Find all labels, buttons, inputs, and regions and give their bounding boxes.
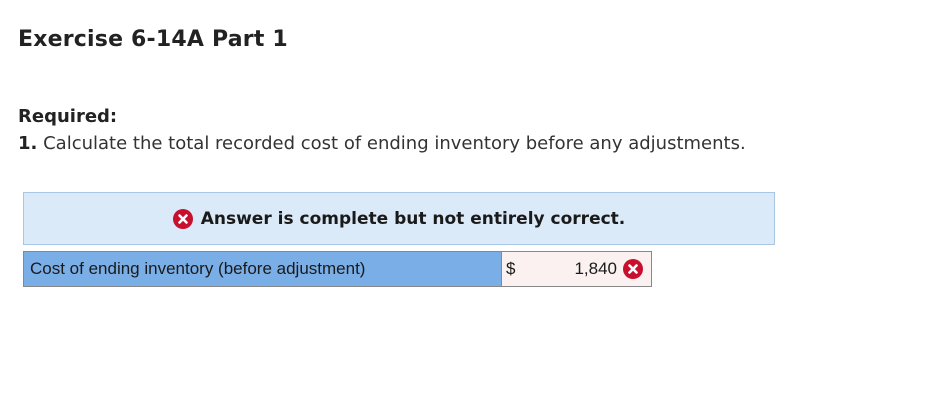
feedback-message: Answer is complete but not entirely corr… [200, 208, 626, 229]
instruction-number: 1. [18, 133, 38, 154]
feedback-banner: Answer is complete but not entirely corr… [23, 192, 775, 245]
currency-symbol: $ [506, 259, 516, 278]
incorrect-x-icon [172, 208, 193, 229]
required-heading: Required: [18, 106, 118, 127]
instruction-text: Calculate the total recorded cost of end… [43, 133, 746, 154]
answer-row: Cost of ending inventory (before adjustm… [23, 251, 652, 287]
exercise-title: Exercise 6-14A Part 1 [18, 27, 288, 52]
answer-input-cell[interactable]: $ 1,840 [502, 252, 651, 286]
answer-value[interactable]: 1,840 [544, 259, 623, 279]
required-instruction: 1. Calculate the total recorded cost of … [18, 133, 746, 154]
incorrect-x-icon [623, 259, 643, 279]
answer-row-label: Cost of ending inventory (before adjustm… [24, 252, 502, 286]
